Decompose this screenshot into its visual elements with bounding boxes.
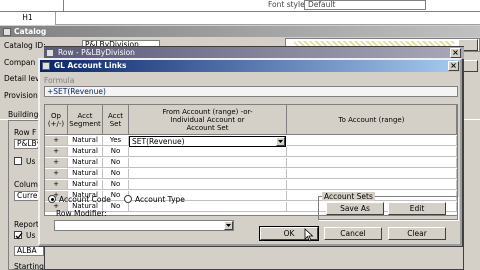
company-label: Compan	[4, 58, 36, 67]
cancel-button[interactable]: Cancel	[324, 227, 382, 240]
use-report-checkbox[interactable]	[14, 231, 23, 239]
cell-from[interactable]	[129, 169, 287, 179]
cell-set[interactable]: Yes	[103, 136, 129, 146]
cell-to[interactable]	[287, 136, 457, 146]
window-icon	[3, 28, 11, 36]
cell-from[interactable]	[129, 147, 287, 157]
use-checkbox[interactable]	[14, 157, 22, 165]
alba-field[interactable]: ALBA	[14, 246, 44, 256]
cell-to[interactable]	[287, 147, 457, 157]
font-style-label: Font style:	[268, 0, 308, 9]
account-type-radio[interactable]	[124, 195, 132, 203]
window-icon	[46, 49, 54, 57]
mouse-cursor-icon	[304, 228, 314, 242]
cell-op[interactable]: +	[45, 169, 68, 179]
cell-op[interactable]: +	[45, 147, 68, 157]
column-format-label: Colum	[14, 180, 38, 189]
dropdown-arrow-icon[interactable]	[276, 137, 285, 146]
provision-label: Provision	[4, 91, 38, 100]
use-label: Us	[26, 157, 36, 166]
column-header-segment: Acct Segment	[68, 105, 103, 135]
window-icon	[42, 62, 50, 70]
formula-field: +SET(Revenue)	[44, 86, 458, 97]
catalog-window-title: Catalog	[0, 26, 480, 37]
edit-button[interactable]: Edit	[388, 202, 446, 215]
cell-to[interactable]	[287, 180, 457, 190]
row-modifier-label: Row Modifier:	[56, 209, 107, 218]
from-account-combobox[interactable]: SET(Revenue)	[129, 136, 286, 147]
close-icon[interactable]: ×	[448, 61, 459, 71]
close-icon[interactable]: ×	[450, 48, 461, 58]
cell-segment[interactable]: Natural	[68, 180, 103, 190]
row-modifier-field[interactable]	[54, 220, 234, 231]
font-style-select[interactable]: Default	[304, 0, 426, 10]
cell-segment[interactable]: Natural	[68, 158, 103, 168]
cell-segment[interactable]: Natural	[68, 169, 103, 179]
clear-button[interactable]: Clear	[388, 227, 446, 240]
account-code-radio[interactable]	[48, 195, 56, 203]
cell-segment[interactable]: Natural	[68, 147, 103, 157]
account-code-label: Account Code	[59, 195, 111, 204]
cell-from[interactable]	[129, 180, 287, 190]
column-header-op: Op (+/-)	[45, 105, 68, 135]
tab-building[interactable]: Building	[8, 110, 38, 119]
cell-reference-box[interactable]: H1	[0, 12, 56, 25]
cell-from[interactable]	[129, 158, 287, 168]
cell-op[interactable]: +	[45, 180, 68, 190]
column-header-to: To Account (range)	[287, 105, 457, 135]
cell-set[interactable]: No	[103, 169, 129, 179]
account-type-label: Account Type	[135, 195, 185, 204]
account-sets-label: Account Sets	[322, 192, 375, 201]
cell-to[interactable]	[287, 169, 457, 179]
cell-op[interactable]: +	[45, 158, 68, 168]
row-format-label: Row F	[14, 128, 37, 137]
column-header-from: From Account (range) -or- Individual Acc…	[129, 105, 287, 135]
gl-dialog-title: GL Account Links	[40, 60, 460, 72]
column-header-set: Acct Set	[103, 105, 129, 135]
toolbar-box	[0, 0, 64, 11]
cell-set[interactable]: No	[103, 147, 129, 157]
cell-set[interactable]: No	[103, 180, 129, 190]
catalog-id-label: Catalog ID:	[4, 41, 46, 50]
save-as-button[interactable]: Save As	[326, 202, 384, 215]
formula-label: Formula	[44, 76, 75, 85]
cell-set[interactable]: No	[103, 158, 129, 168]
formula-bar	[0, 12, 480, 25]
dropdown-arrow-icon[interactable]	[224, 221, 233, 230]
report-label: Report	[14, 220, 39, 229]
use-report-label: Us	[26, 231, 36, 240]
cell-op[interactable]: +	[45, 136, 68, 146]
cell-to[interactable]	[287, 158, 457, 168]
cell-segment[interactable]: Natural	[68, 136, 103, 146]
